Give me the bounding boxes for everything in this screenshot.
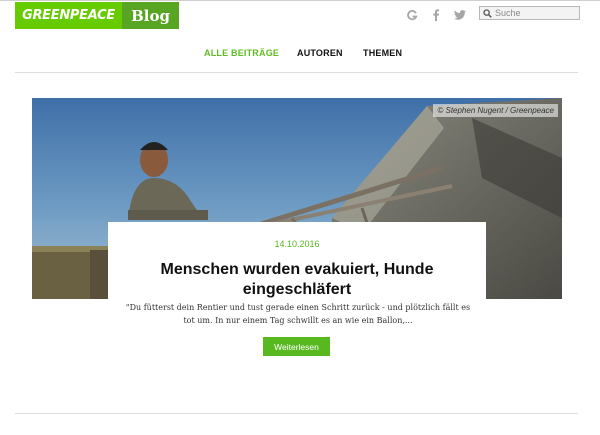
article-excerpt: "Du fütterst dein Rentier und tust gerad… xyxy=(125,303,471,325)
article-date: 14.10.2016 xyxy=(274,239,320,249)
twitter-icon[interactable] xyxy=(453,8,467,22)
nav-topics[interactable]: THEMEN xyxy=(363,48,402,58)
article-card: 14.10.2016 Menschen wurden evakuiert, Hu… xyxy=(108,222,486,372)
nav-all-posts[interactable]: ALLE BEITRÄGE xyxy=(204,48,279,58)
search-input[interactable] xyxy=(492,7,573,19)
search-icon xyxy=(483,8,492,18)
google-plus-icon[interactable] xyxy=(405,8,419,22)
search-box[interactable] xyxy=(479,6,580,20)
nav-authors[interactable]: AUTOREN xyxy=(297,48,343,58)
greenpeace-logo[interactable]: GREENPEACE xyxy=(15,2,122,29)
footer-divider xyxy=(15,413,578,414)
article-title[interactable]: Menschen wurden evakuiert, Hunde eingesc… xyxy=(128,260,466,300)
image-credit: © Stephen Nugent / Greenpeace xyxy=(433,104,558,117)
read-more-button[interactable]: Weiterlesen xyxy=(263,337,330,356)
facebook-icon[interactable] xyxy=(429,8,443,22)
header-divider xyxy=(15,72,578,73)
top-border xyxy=(0,0,600,1)
blog-logo-label[interactable]: Blog xyxy=(122,2,179,29)
site-logo[interactable]: GREENPEACE Blog xyxy=(15,2,179,29)
